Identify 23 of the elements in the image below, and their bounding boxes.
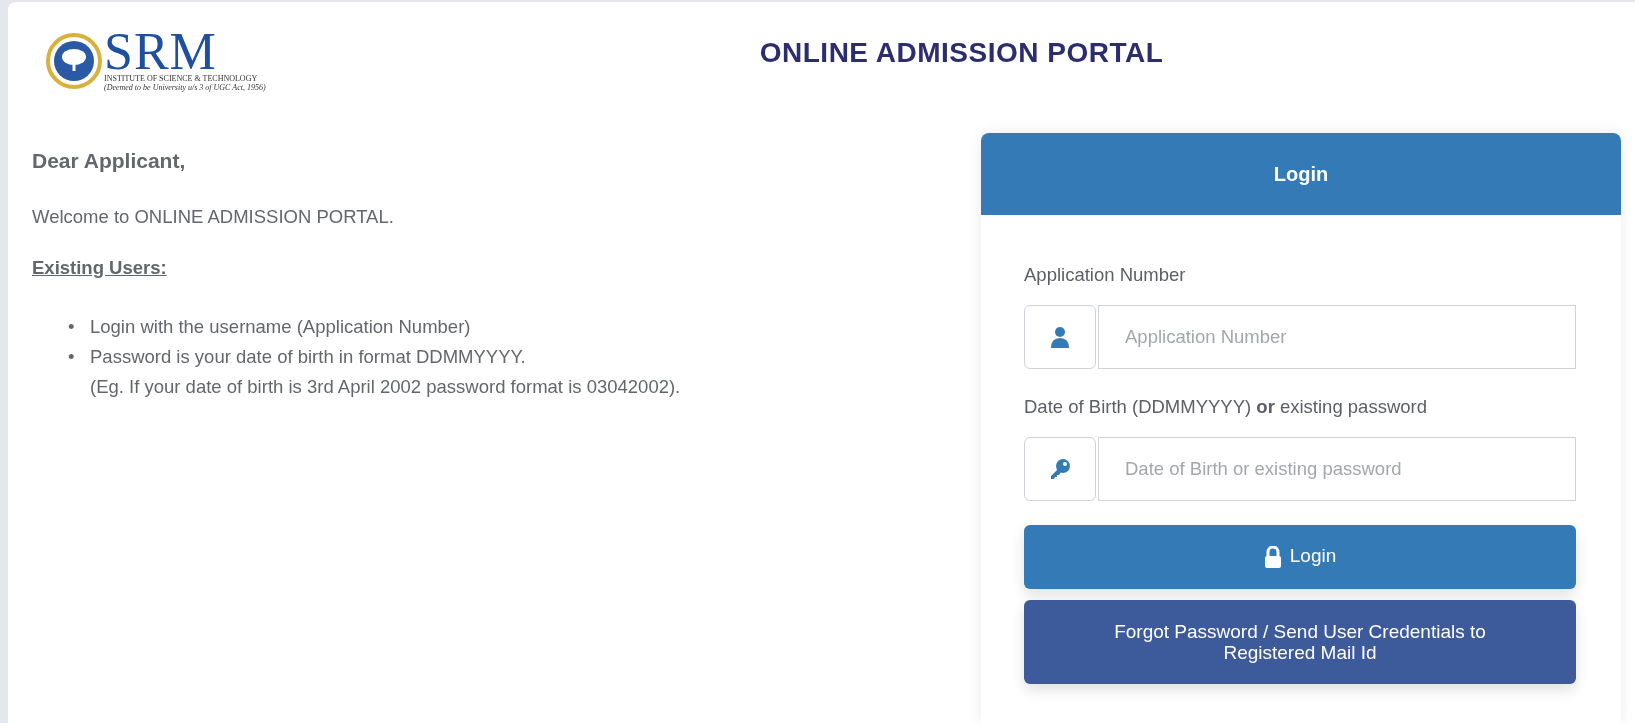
user-icon — [1051, 325, 1069, 348]
logo-tagline: INSTITUTE OF SCIENCE & TECHNOLOGY — [104, 74, 259, 83]
login-button[interactable]: Login — [1024, 524, 1576, 589]
logo-subtitle: (Deemed to be University u/s 3 of UGC Act, 1956) — [104, 83, 266, 92]
bullet-marker: • — [68, 345, 76, 369]
key-icon — [1049, 457, 1071, 480]
forgot-password-button[interactable]: Forgot Password / Send User Credentials to Registered Mail Id — [1024, 599, 1576, 684]
example-note: (Eg. If your date of birth is 3rd April 2002 password format is 03042002). — [89, 375, 681, 399]
instruction-text: Password is your date of birth in format DDMMYYYY. — [90, 346, 526, 367]
login-header: Login — [981, 133, 1621, 215]
input-field[interactable]: Application Number — [1098, 304, 1576, 369]
greeting-text: Dear Applicant, — [32, 149, 186, 172]
field-label: Date of Birth (DDMMYYYY) or existing password — [1024, 394, 1428, 419]
bullet-marker: • — [68, 315, 76, 339]
tree-emblem-icon — [46, 33, 102, 89]
logo-wordmark: SRM — [104, 30, 217, 74]
lock-icon — [1263, 545, 1282, 568]
portal-title: ONLINE ADMISSION PORTAL — [759, 37, 1164, 68]
welcome-text: Welcome to ONLINE ADMISSION PORTAL. — [32, 204, 395, 229]
input-field[interactable]: Date of Birth or existing password — [1098, 436, 1576, 501]
field-label: Application Number — [1024, 263, 1187, 287]
instruction-text: Login with the username (Application Number) — [90, 316, 471, 337]
section-heading: Existing Users: — [32, 256, 167, 281]
